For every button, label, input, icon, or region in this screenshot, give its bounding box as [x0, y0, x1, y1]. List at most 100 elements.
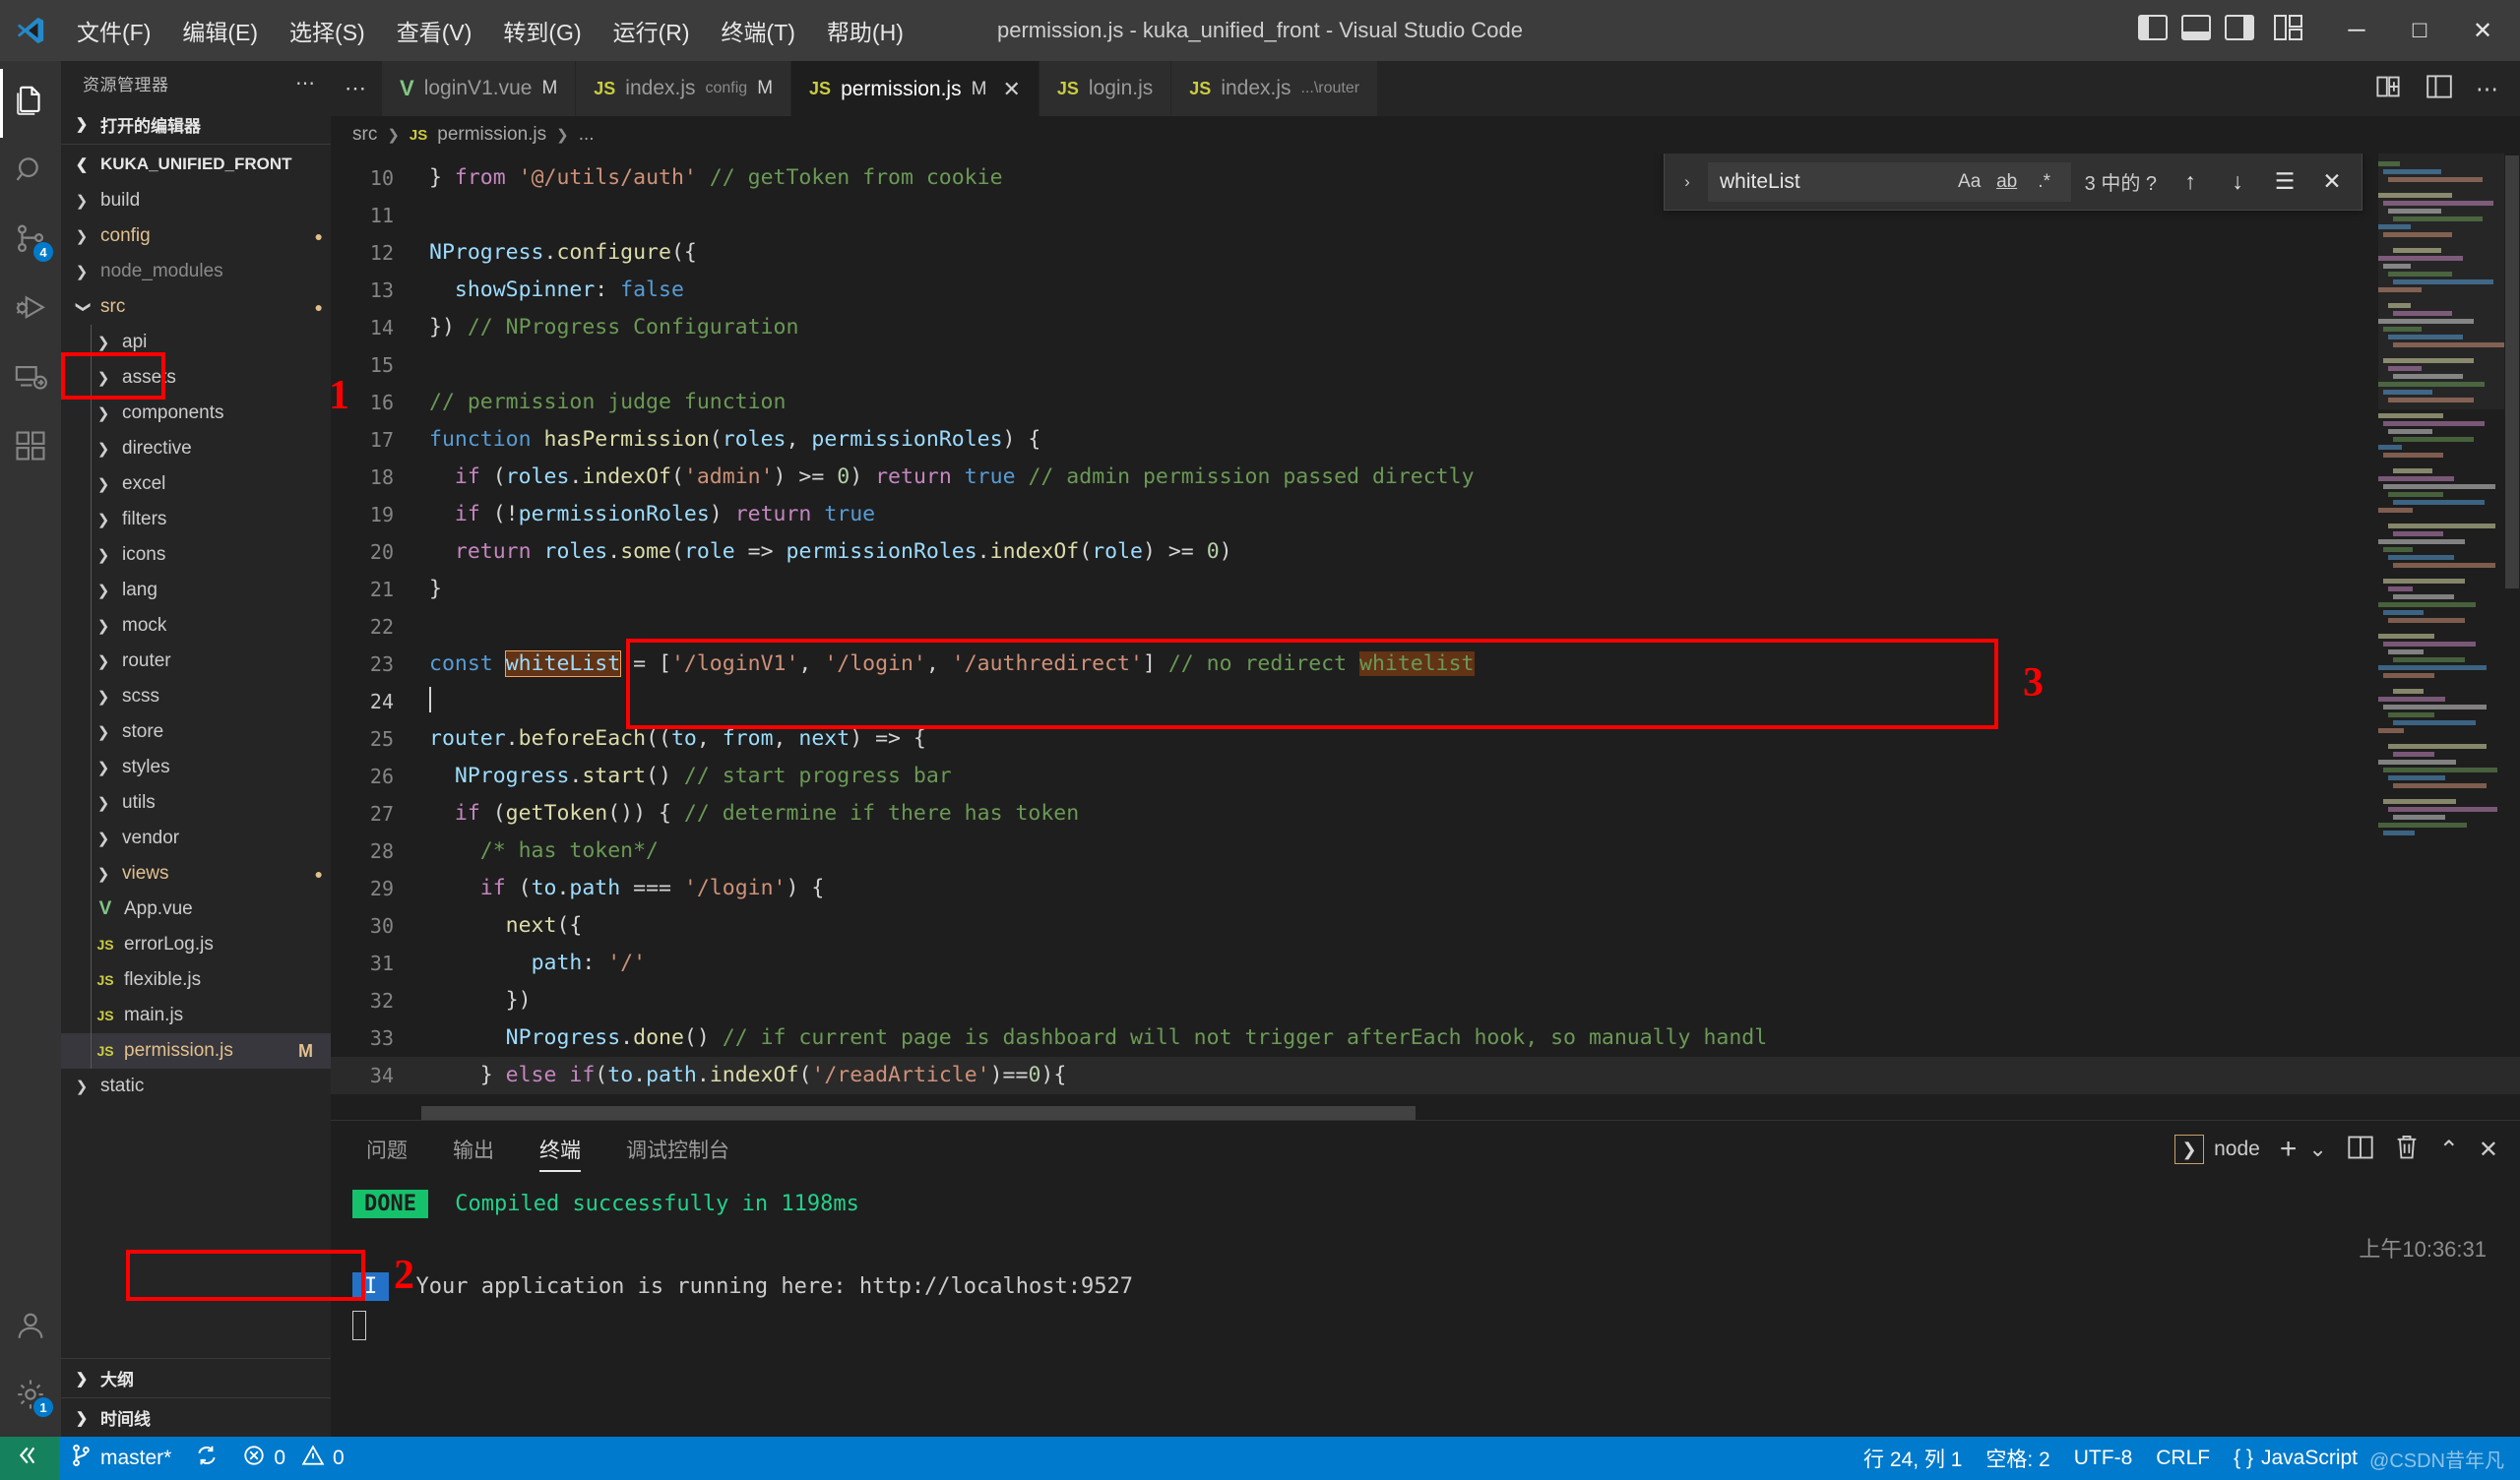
menu-view[interactable]: 查看(V)	[381, 8, 488, 53]
section-open-editors[interactable]: ❯ 打开的编辑器	[61, 104, 331, 144]
chevron-down-icon[interactable]: ⌄	[2308, 1137, 2326, 1162]
code-line-15[interactable]: 15	[331, 346, 2520, 384]
status-problems[interactable]: 0 0	[230, 1437, 355, 1480]
section-outline[interactable]: ❯ 大纲	[61, 1358, 331, 1397]
close-button[interactable]: ✕	[2451, 0, 2514, 61]
code-line-29[interactable]: 29 if (to.path === '/login') {	[331, 870, 2520, 907]
tree-item-router[interactable]: ❯router	[61, 644, 331, 679]
code-line-23[interactable]: 23const whiteList = ['/loginV1', '/login…	[331, 646, 2520, 683]
editor-tab-login-js-3[interactable]: JSlogin.js	[1040, 61, 1171, 116]
tree-item-assets[interactable]: ❯assets	[61, 360, 331, 396]
code-line-33[interactable]: 33 NProgress.done() // if current page i…	[331, 1019, 2520, 1057]
code-line-22[interactable]: 22	[331, 608, 2520, 646]
scrollbar-thumb[interactable]	[421, 1106, 1416, 1120]
status-language-mode[interactable]: { } JavaScript	[2222, 1437, 2369, 1480]
activitybar-item-extensions[interactable]	[0, 413, 61, 482]
editor-tab-index-js-1[interactable]: JSindex.jsconfigM	[576, 61, 791, 116]
tree-item-lang[interactable]: ❯lang	[61, 573, 331, 608]
code-line-18[interactable]: 18 if (roles.indexOf('admin') >= 0) retu…	[331, 459, 2520, 496]
split-terminal-icon[interactable]	[2347, 1135, 2374, 1165]
tabs-overflow-icon[interactable]: ⋯	[331, 61, 382, 116]
status-indentation[interactable]: 空格: 2	[1974, 1437, 2061, 1480]
whole-word-icon[interactable]: ab	[1988, 166, 2026, 198]
match-case-icon[interactable]: Aa	[1951, 166, 1988, 198]
customize-layout-icon[interactable]	[2274, 15, 2303, 46]
breadcrumb-item-src[interactable]: src	[352, 124, 377, 146]
trash-icon[interactable]	[2394, 1134, 2420, 1166]
find-previous-icon[interactable]: ↑	[2171, 162, 2210, 202]
tree-item-components[interactable]: ❯components	[61, 396, 331, 431]
tree-item-store[interactable]: ❯store	[61, 714, 331, 750]
tree-item-node-modules[interactable]: ❯node_modules	[61, 254, 331, 289]
split-editor-icon[interactable]	[2373, 74, 2403, 104]
terminal-selector[interactable]: ❯ node	[2174, 1135, 2260, 1164]
toggle-secondary-sidebar-icon[interactable]	[2225, 15, 2254, 46]
status-branch[interactable]: master*	[59, 1437, 183, 1480]
menu-selection[interactable]: 选择(S)	[274, 8, 381, 53]
code-line-12[interactable]: 12NProgress.configure({	[331, 234, 2520, 272]
status-encoding[interactable]: UTF-8	[2062, 1437, 2145, 1480]
toggle-replace-icon[interactable]: ›	[1674, 172, 1700, 192]
find-close-icon[interactable]: ✕	[2312, 162, 2352, 202]
menu-edit[interactable]: 编辑(E)	[166, 8, 274, 53]
menu-help[interactable]: 帮助(H)	[811, 8, 919, 53]
section-timeline[interactable]: ❯ 时间线	[61, 1397, 331, 1437]
menu-go[interactable]: 转到(G)	[487, 8, 597, 53]
activitybar-item-run-debug[interactable]	[0, 276, 61, 344]
tree-item-icons[interactable]: ❯icons	[61, 537, 331, 573]
code-line-19[interactable]: 19 if (!permissionRoles) return true	[331, 496, 2520, 533]
activitybar-item-manage[interactable]: 1	[0, 1362, 61, 1431]
menu-file[interactable]: 文件(F)	[61, 8, 166, 53]
section-workspace[interactable]: ❮ KUKA_UNIFIED_FRONT	[61, 144, 331, 183]
find-input-box[interactable]: whiteList Aa ab .*	[1708, 162, 2071, 202]
tree-item-vendor[interactable]: ❯vendor	[61, 821, 331, 856]
maximize-button[interactable]: □	[2388, 0, 2451, 61]
tab-close-icon[interactable]: ✕	[1002, 77, 1020, 102]
breadcrumb-item-symbol[interactable]: ...	[579, 124, 595, 146]
tree-item-main-js[interactable]: JSmain.js	[61, 998, 331, 1033]
tree-item-styles[interactable]: ❯styles	[61, 750, 331, 785]
tree-item-config[interactable]: ❯config●	[61, 218, 331, 254]
tree-item-build[interactable]: ❯build	[61, 183, 331, 218]
code-line-25[interactable]: 25router.beforeEach((to, from, next) => …	[331, 720, 2520, 758]
code-line-34[interactable]: 34 } else if(to.path.indexOf('/readArtic…	[331, 1057, 2520, 1094]
code-line-26[interactable]: 26 NProgress.start() // start progress b…	[331, 758, 2520, 795]
activitybar-item-remote-explorer[interactable]	[0, 344, 61, 413]
status-eol[interactable]: CRLF	[2144, 1437, 2222, 1480]
activitybar-item-source-control[interactable]: 4	[0, 207, 61, 276]
activitybar-item-search[interactable]	[0, 138, 61, 207]
editor-tab-permission-js-2[interactable]: JSpermission.jsM✕	[791, 61, 1040, 116]
terminal-output[interactable]: DONE Compiled successfully in 1198ms I Y…	[331, 1174, 2520, 1437]
code-line-27[interactable]: 27 if (getToken()) { // determine if the…	[331, 795, 2520, 832]
tree-item-views[interactable]: ❯views●	[61, 856, 331, 892]
tree-item-filters[interactable]: ❯filters	[61, 502, 331, 537]
code-line-14[interactable]: 14}) // NProgress Configuration	[331, 309, 2520, 346]
find-next-icon[interactable]: ↓	[2218, 162, 2257, 202]
code-line-30[interactable]: 30 next({	[331, 907, 2520, 945]
tree-item-api[interactable]: ❯api	[61, 325, 331, 360]
scrollbar-thumb[interactable]	[2505, 155, 2519, 588]
panel-tab-problems[interactable]: 问题	[352, 1135, 421, 1174]
tree-item-src[interactable]: ❮src●	[61, 289, 331, 325]
editor-horizontal-scrollbar[interactable]	[421, 1106, 2362, 1120]
close-panel-icon[interactable]: ✕	[2479, 1136, 2498, 1164]
tree-item-excel[interactable]: ❯excel	[61, 466, 331, 502]
status-cursor-position[interactable]: 行 24, 列 1	[1852, 1437, 1974, 1480]
status-remote-button[interactable]	[0, 1437, 59, 1480]
tree-item-permission-js[interactable]: JSpermission.jsM	[61, 1033, 331, 1069]
editor-tab-loginv1-vue-0[interactable]: VloginV1.vueM	[382, 61, 576, 116]
tree-item-app-vue[interactable]: VApp.vue	[61, 892, 331, 927]
tree-item-scss[interactable]: ❯scss	[61, 679, 331, 714]
panel-tab-output[interactable]: 输出	[439, 1135, 508, 1174]
toggle-panel-icon[interactable]	[2181, 15, 2211, 46]
code-line-28[interactable]: 28 /* has token*/	[331, 832, 2520, 870]
tree-item-errorlog-js[interactable]: JSerrorLog.js	[61, 927, 331, 962]
code-line-13[interactable]: 13 showSpinner: false	[331, 272, 2520, 309]
code-line-24[interactable]: 24	[331, 683, 2520, 720]
code-line-20[interactable]: 20 return roles.some(role => permissionR…	[331, 533, 2520, 571]
code-lines[interactable]: 10} from '@/utils/auth' // getToken from…	[331, 154, 2520, 1120]
tree-item-mock[interactable]: ❯mock	[61, 608, 331, 644]
toggle-primary-sidebar-icon[interactable]	[2138, 15, 2168, 46]
tree-item-utils[interactable]: ❯utils	[61, 785, 331, 821]
maximize-panel-icon[interactable]: ⌃	[2439, 1136, 2459, 1164]
